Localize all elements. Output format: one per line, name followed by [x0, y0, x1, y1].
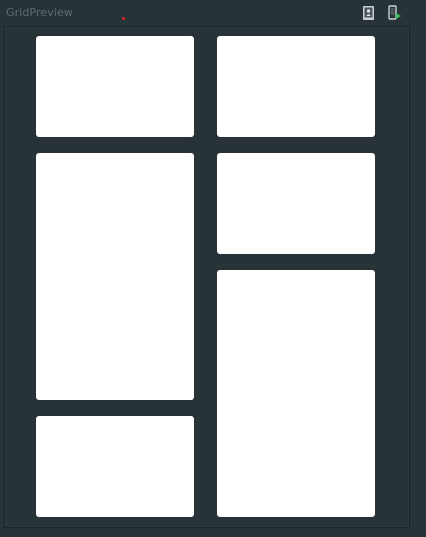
run-device-icon[interactable]: [386, 5, 402, 21]
grid-card: [217, 153, 375, 254]
portrait-orientation-icon[interactable]: [361, 5, 377, 21]
grid-card: [36, 153, 194, 400]
indicator-dot: [122, 17, 125, 20]
grid-card: [36, 416, 194, 517]
window-title: GridPreview: [6, 6, 74, 19]
title-bar: GridPreview: [0, 0, 426, 26]
grid-preview-window: GridPreview: [0, 0, 426, 537]
grid-card: [217, 270, 375, 517]
grid-card: [36, 36, 194, 137]
grid-card: [217, 36, 375, 137]
grid-preview-canvas: [4, 26, 410, 528]
